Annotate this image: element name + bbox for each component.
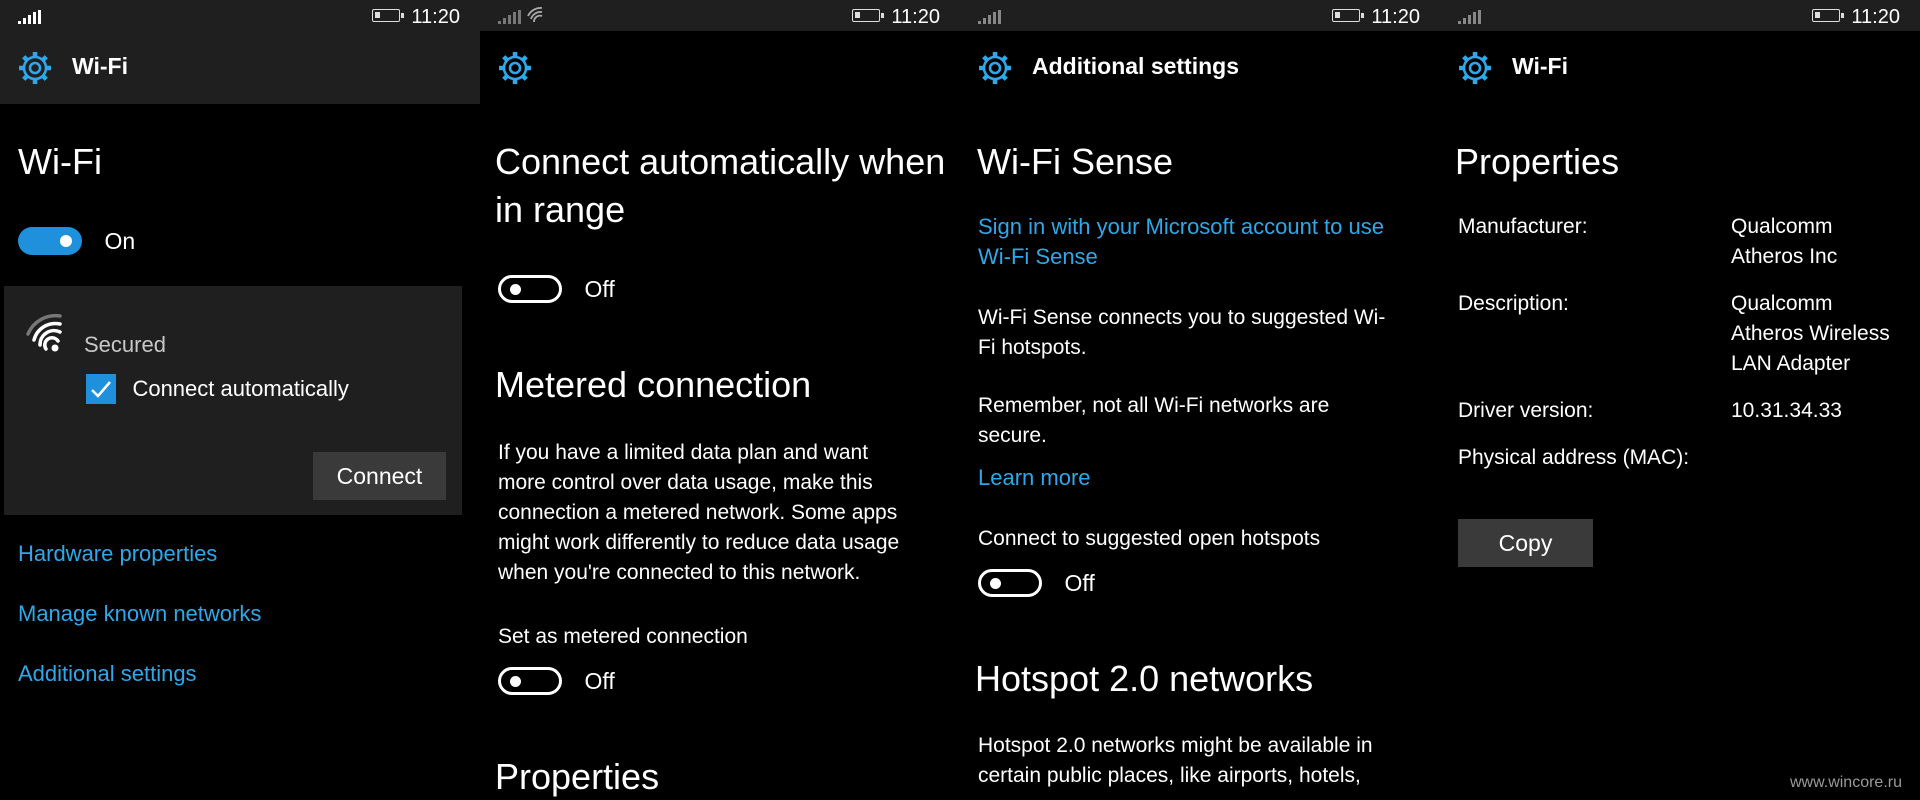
value-line: Atheros Wireless [1731, 322, 1890, 345]
prop-manufacturer-label: Manufacturer: [1458, 215, 1588, 238]
gear-icon [19, 52, 51, 84]
learn-more-link[interactable]: Learn more [978, 465, 1091, 491]
wifi-status-icon [527, 7, 543, 23]
heading-line: Connect automatically when [495, 141, 946, 182]
connect-automatically-checkbox[interactable] [86, 374, 116, 404]
description-line: If you have a limited data plan and want [498, 441, 869, 464]
battery-icon [1332, 9, 1364, 22]
hotspot-description: Hotspot 2.0 networks might be available … [978, 731, 1373, 791]
status-bar: 11:20 [480, 0, 960, 31]
sign-in-link[interactable]: Sign in with your Microsoft account to u… [978, 212, 1384, 272]
suggested-hotspots-toggle-label: Off [1064, 569, 1095, 596]
page-header: Wi-Fi [1440, 31, 1920, 104]
metered-toggle-row: Off [498, 667, 615, 695]
properties-heading: Properties [1455, 141, 1620, 182]
auto-connect-toggle[interactable] [498, 275, 562, 303]
status-bar: 11:20 [0, 0, 480, 31]
wifi-signal-icon [26, 314, 62, 352]
header-title: Wi-Fi [72, 53, 128, 79]
header-title: Additional settings [1032, 53, 1239, 79]
signal-strength-icon [498, 10, 521, 24]
clock: 11:20 [891, 6, 940, 28]
battery-icon [852, 9, 884, 22]
wifi-sense-description: Wi-Fi Sense connects you to suggested Wi… [978, 303, 1385, 363]
description-line: certain public places, like airports, ho… [978, 764, 1361, 787]
prop-description-label: Description: [1458, 292, 1569, 315]
gear-icon [1459, 52, 1491, 84]
set-metered-label: Set as metered connection [498, 625, 748, 648]
description-line: Hotspot 2.0 networks might be available … [978, 734, 1373, 757]
prop-driver-version-label: Driver version: [1458, 399, 1594, 422]
watermark: www.wincore.ru [1789, 774, 1902, 791]
connect-button[interactable]: Connect [313, 452, 446, 500]
prop-driver-version-value: 10.31.34.33 [1731, 399, 1842, 422]
clock: 11:20 [1371, 6, 1420, 28]
clock: 11:20 [1851, 6, 1900, 28]
link-line: Sign in with your Microsoft account to u… [978, 214, 1384, 239]
additional-settings-link[interactable]: Additional settings [18, 661, 197, 687]
checkmark-icon [91, 381, 111, 398]
prop-manufacturer-value: Qualcomm Atheros Inc [1731, 212, 1837, 272]
manage-known-networks-link[interactable]: Manage known networks [18, 601, 261, 627]
connect-automatically-row: Connect automatically [86, 374, 349, 404]
header-title: Wi-Fi [1512, 53, 1568, 79]
suggested-hotspots-toggle-row: Off [978, 569, 1095, 597]
wifi-toggle[interactable] [18, 227, 82, 255]
copy-button[interactable]: Copy [1458, 519, 1593, 567]
signal-strength-icon [1458, 10, 1481, 24]
description-line: Wi-Fi Sense connects you to suggested Wi… [978, 306, 1386, 329]
signal-strength-icon [978, 10, 1001, 24]
description-line: secure. [978, 424, 1047, 447]
properties-heading: Properties [495, 756, 660, 797]
network-security-label: Secured [84, 332, 166, 357]
battery-icon [1812, 9, 1844, 22]
gear-icon [979, 52, 1011, 84]
metered-description: If you have a limited data plan and want… [498, 438, 899, 588]
gear-icon [499, 52, 531, 84]
status-bar: 11:20 [960, 0, 1440, 31]
metered-connection-heading: Metered connection [495, 364, 812, 405]
value-line: Qualcomm [1731, 215, 1833, 238]
description-line: Fi hotspots. [978, 336, 1087, 359]
wifi-toggle-label: On [104, 227, 136, 254]
panel-network-settings: 11:20 Connect automatically when in rang… [480, 0, 960, 800]
signal-strength-icon [18, 10, 41, 24]
description-line: connection a metered network. Some apps [498, 501, 898, 524]
prop-description-value: Qualcomm Atheros Wireless LAN Adapter [1731, 289, 1890, 379]
panel-properties: 11:20 Wi-Fi Properties Manufacturer: Qua… [1440, 0, 1920, 800]
panel-wifi: 11:20 Wi-Fi Wi-Fi On Secured Connect aut… [0, 0, 480, 800]
page-header: Additional settings [960, 31, 1440, 104]
security-note: Remember, not all Wi-Fi networks are sec… [978, 391, 1329, 451]
status-bar: 11:20 [1440, 0, 1920, 31]
connect-automatically-heading: Connect automatically when in range [495, 138, 945, 234]
page-header [480, 31, 960, 104]
link-line: Wi-Fi Sense [978, 244, 1098, 269]
page-title: Wi-Fi [18, 141, 102, 182]
description-line: Remember, not all Wi-Fi networks are [978, 394, 1330, 417]
network-card[interactable]: Secured Connect automatically Connect [4, 286, 462, 515]
panel-additional-settings: 11:20 Additional settings Wi-Fi Sense Si… [960, 0, 1440, 800]
heading-line: in range [495, 189, 626, 230]
wifi-sense-heading: Wi-Fi Sense [977, 141, 1174, 182]
hotspot-heading: Hotspot 2.0 networks [975, 658, 1314, 699]
description-line: more control over data usage, make this [498, 471, 873, 494]
value-line: Qualcomm [1731, 292, 1833, 315]
description-line: might work differently to reduce data us… [498, 531, 900, 554]
metered-toggle-label: Off [584, 667, 615, 694]
suggested-hotspots-label: Connect to suggested open hotspots [978, 527, 1321, 550]
wifi-toggle-row: On [18, 227, 135, 255]
prop-mac-label: Physical address (MAC): [1458, 446, 1690, 469]
auto-connect-toggle-row: Off [498, 275, 615, 303]
hardware-properties-link[interactable]: Hardware properties [18, 541, 217, 567]
description-line: when you're connected to this network. [498, 561, 861, 584]
page-header: Wi-Fi [0, 31, 480, 104]
auto-connect-toggle-label: Off [584, 275, 615, 302]
metered-toggle[interactable] [498, 667, 562, 695]
suggested-hotspots-toggle[interactable] [978, 569, 1042, 597]
clock: 11:20 [411, 6, 460, 28]
battery-icon [372, 9, 404, 22]
value-line: Atheros Inc [1731, 245, 1838, 268]
connect-automatically-label: Connect automatically [132, 376, 349, 401]
value-line: LAN Adapter [1731, 352, 1851, 375]
